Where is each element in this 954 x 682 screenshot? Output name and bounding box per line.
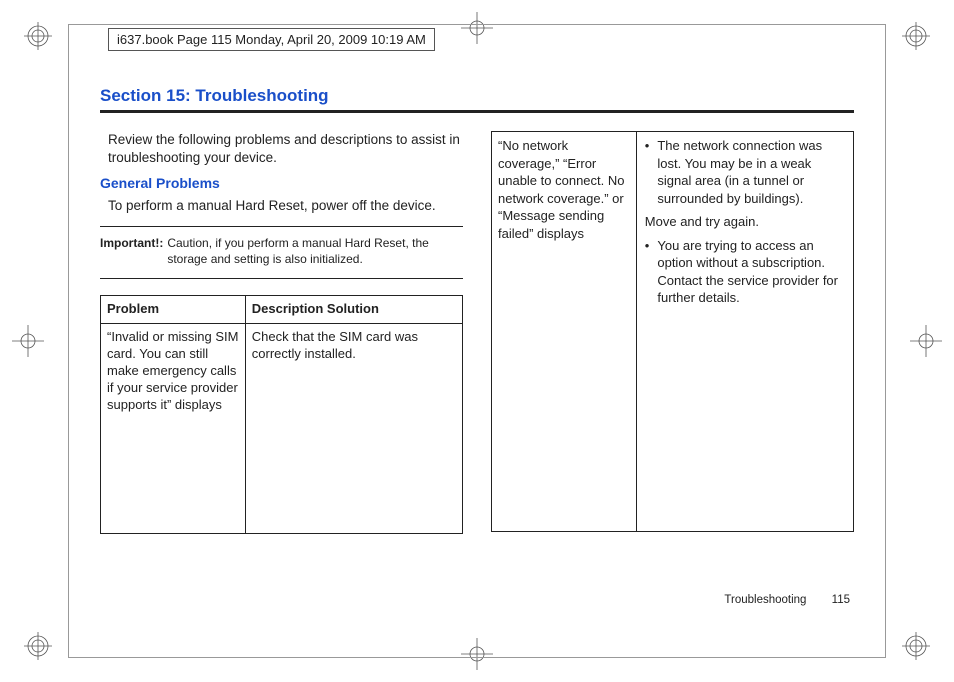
page-footer: Troubleshooting 115 (724, 594, 850, 606)
troubleshooting-table-left: Problem Description Solution “Invalid or… (100, 295, 463, 534)
crop-mark-icon (24, 22, 52, 50)
sub-heading: General Problems (100, 175, 463, 191)
solution-cell: •The network connection was lost. You ma… (636, 132, 853, 532)
plain-text: Move and try again. (645, 213, 847, 231)
list-item: •You are trying to access an option with… (643, 237, 847, 307)
title-rule (100, 110, 854, 113)
table-header-solution: Description Solution (245, 296, 462, 324)
bullet-text: The network connection was lost. You may… (657, 137, 847, 207)
page-content: Section 15: Troubleshooting Review the f… (100, 86, 854, 622)
footer-section-name: Troubleshooting (724, 594, 806, 606)
bullet-text: You are trying to access an option witho… (657, 237, 847, 307)
table-row: “Invalid or missing SIM card. You can st… (101, 324, 463, 534)
section-title: Section 15: Troubleshooting (100, 86, 854, 106)
table-header-problem: Problem (101, 296, 246, 324)
left-column: Review the following problems and descri… (100, 131, 463, 534)
important-note: Important!: Caution, if you perform a ma… (100, 233, 463, 275)
important-label: Important!: (100, 235, 163, 269)
crop-mark-icon (902, 632, 930, 660)
side-mark-icon (906, 321, 946, 361)
crop-mark-icon (24, 632, 52, 660)
body-text: To perform a manual Hard Reset, power of… (108, 197, 463, 215)
important-text: Caution, if you perform a manual Hard Re… (167, 235, 463, 269)
crop-mark-icon (902, 22, 930, 50)
problem-cell: “No network coverage,” “Error unable to … (492, 132, 637, 532)
side-mark-icon (8, 321, 48, 361)
troubleshooting-table-right: “No network coverage,” “Error unable to … (491, 131, 854, 532)
divider (100, 278, 463, 279)
problem-cell: “Invalid or missing SIM card. You can st… (101, 324, 246, 534)
right-column: “No network coverage,” “Error unable to … (491, 131, 854, 534)
solution-cell: Check that the SIM card was correctly in… (245, 324, 462, 534)
list-item: •The network connection was lost. You ma… (643, 137, 847, 207)
running-header: i637.book Page 115 Monday, April 20, 200… (108, 28, 435, 51)
table-row: “No network coverage,” “Error unable to … (492, 132, 854, 532)
divider (100, 226, 463, 227)
page-number: 115 (832, 594, 850, 606)
intro-text: Review the following problems and descri… (108, 131, 463, 167)
